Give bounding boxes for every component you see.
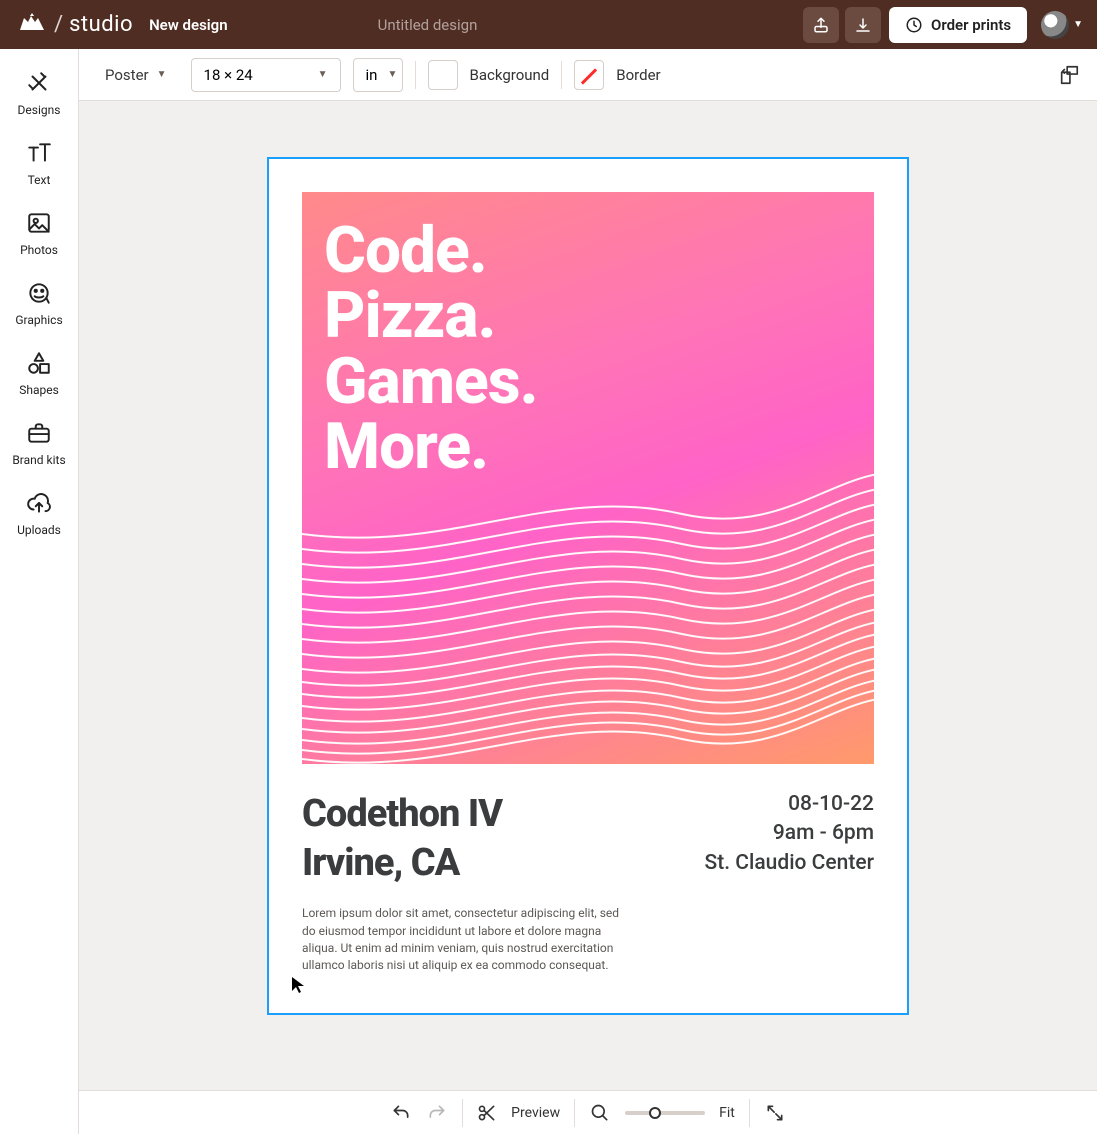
headline-line: More. <box>324 414 538 479</box>
chevron-down-icon: ▼ <box>318 69 328 80</box>
poster-blurb[interactable]: Lorem ipsum dolor sit amet, consectetur … <box>302 905 632 975</box>
zoom-out-button[interactable] <box>589 1102 611 1124</box>
avatar[interactable] <box>1041 11 1069 39</box>
poster-canvas[interactable]: Code. Pizza. Games. More. <box>267 157 909 1015</box>
units-value: in <box>366 66 378 84</box>
headline-line: Games. <box>324 349 538 414</box>
sidebar-item-label: Uploads <box>17 523 61 537</box>
briefcase-icon <box>25 419 53 447</box>
sidebar-item-uploads[interactable]: Uploads <box>0 479 78 549</box>
event-time: 9am - 6pm <box>705 819 874 848</box>
event-venue: St. Claudio Center <box>705 849 874 878</box>
event-details[interactable]: 08-10-22 9am - 6pm St. Claudio Center <box>705 790 874 878</box>
share-icon <box>812 16 830 34</box>
event-location: Irvine, CA <box>302 839 705 888</box>
divider <box>561 61 562 89</box>
undo-button[interactable] <box>390 1102 412 1124</box>
share-button[interactable] <box>803 7 839 43</box>
scissors-icon <box>477 1103 497 1123</box>
event-date: 08-10-22 <box>705 790 874 819</box>
document-title[interactable]: Untitled design <box>378 16 478 34</box>
graphics-icon <box>25 279 53 307</box>
order-prints-label: Order prints <box>931 16 1011 34</box>
border-swatch[interactable] <box>574 60 604 90</box>
design-type-value: Poster <box>105 66 149 84</box>
sidebar-item-text[interactable]: Text <box>0 129 78 199</box>
magnifier-icon <box>590 1103 610 1123</box>
fullscreen-button[interactable] <box>764 1102 786 1124</box>
design-type-select[interactable]: Poster ▼ <box>93 58 179 92</box>
download-button[interactable] <box>845 7 881 43</box>
order-prints-button[interactable]: Order prints <box>889 7 1027 43</box>
designs-icon <box>25 69 53 97</box>
sidebar-item-label: Text <box>28 173 51 187</box>
canvas-area[interactable]: Code. Pizza. Games. More. <box>79 101 1097 1090</box>
undo-icon <box>391 1103 411 1123</box>
size-value: 18 × 24 <box>204 66 253 84</box>
clock-icon <box>905 16 923 34</box>
cursor-icon <box>291 976 305 994</box>
poster-info-row[interactable]: Codethon IV Irvine, CA 08-10-22 9am - 6p… <box>302 764 874 897</box>
sidebar-item-photos[interactable]: Photos <box>0 199 78 269</box>
poster-artwork[interactable]: Code. Pizza. Games. More. <box>302 192 874 764</box>
preview-group[interactable]: Preview <box>477 1103 560 1123</box>
text-icon <box>25 139 53 167</box>
divider <box>462 1099 463 1127</box>
logo-text: studio <box>69 12 133 37</box>
event-heading[interactable]: Codethon IV Irvine, CA <box>302 790 705 887</box>
preview-label: Preview <box>511 1105 560 1121</box>
sidebar-item-label: Photos <box>20 243 58 257</box>
new-design-button[interactable]: New design <box>149 16 228 34</box>
zoom-slider[interactable] <box>625 1111 705 1115</box>
sidebar-item-label: Shapes <box>19 383 59 397</box>
expand-icon <box>765 1103 785 1123</box>
sidebar-item-designs[interactable]: Designs <box>0 59 78 129</box>
logo[interactable]: / studio <box>18 12 133 38</box>
event-title: Codethon IV <box>302 790 705 839</box>
background-swatch[interactable] <box>428 60 458 90</box>
chevron-down-icon: ▼ <box>157 69 167 80</box>
size-select[interactable]: 18 × 24 ▼ <box>191 58 341 92</box>
border-label: Border <box>616 66 660 84</box>
left-sidebar: Designs Text Photos Graphics Shapes <box>0 49 79 1134</box>
sidebar-item-brandkits[interactable]: Brand kits <box>0 409 78 479</box>
background-label: Background <box>470 66 550 84</box>
poster-headline[interactable]: Code. Pizza. Games. More. <box>324 218 538 479</box>
divider <box>574 1099 575 1127</box>
headline-line: Code. <box>324 218 538 283</box>
sidebar-item-label: Graphics <box>15 313 62 327</box>
units-select[interactable]: in ▼ <box>353 58 403 92</box>
slash-separator: / <box>54 12 63 37</box>
sidebar-item-label: Designs <box>18 103 61 117</box>
sidebar-item-graphics[interactable]: Graphics <box>0 269 78 339</box>
fit-button[interactable]: Fit <box>719 1105 735 1121</box>
divider <box>749 1099 750 1127</box>
wave-graphic <box>302 474 874 764</box>
rotate-icon <box>1058 64 1080 86</box>
redo-button[interactable] <box>426 1102 448 1124</box>
zoom-knob[interactable] <box>649 1107 661 1119</box>
canvas-options-bar: Poster ▼ 18 × 24 ▼ in ▼ Background Borde… <box>79 49 1097 101</box>
account-caret-icon[interactable]: ▼ <box>1073 19 1083 30</box>
shapes-icon <box>25 349 53 377</box>
sidebar-item-shapes[interactable]: Shapes <box>0 339 78 409</box>
bottom-toolbar: Preview Fit <box>79 1090 1097 1134</box>
photos-icon <box>25 209 53 237</box>
chevron-down-icon: ▼ <box>387 69 397 80</box>
download-icon <box>854 16 872 34</box>
sidebar-item-label: Brand kits <box>12 453 65 467</box>
horse-icon <box>18 12 46 38</box>
redo-icon <box>427 1103 447 1123</box>
cloud-upload-icon <box>25 489 53 517</box>
divider <box>415 61 416 89</box>
headline-line: Pizza. <box>324 283 538 348</box>
rotate-button[interactable] <box>1055 61 1083 89</box>
app-header: / studio New design Untitled design Orde… <box>0 0 1097 49</box>
